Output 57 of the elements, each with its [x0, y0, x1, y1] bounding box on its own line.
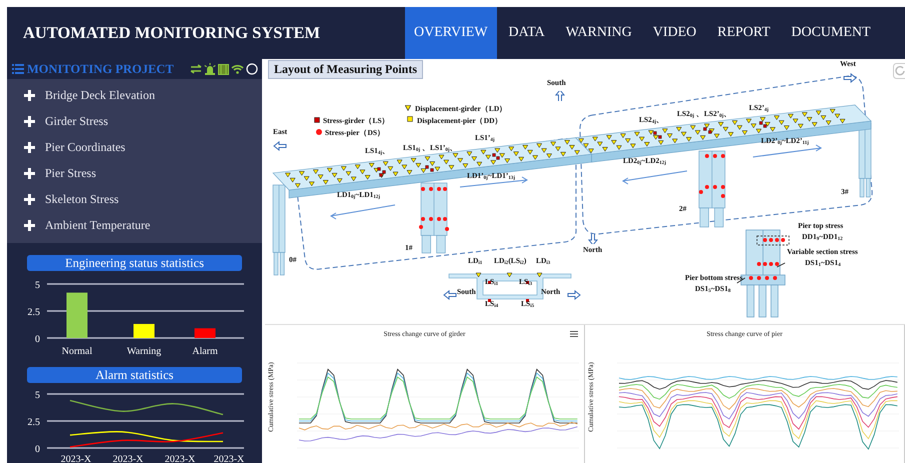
hollow-arrow-icon	[443, 290, 457, 300]
alarm-icon[interactable]	[204, 63, 216, 75]
axis-label: 2023-X	[60, 454, 92, 463]
axis-label: 2023-X	[112, 454, 144, 463]
list-icon	[12, 64, 24, 74]
plus-icon[interactable]	[24, 116, 35, 126]
project-item[interactable]: Pier Stress	[45, 166, 96, 180]
project-item[interactable]: Pier Coordinates	[45, 140, 126, 154]
axis-label: Alarm	[192, 346, 218, 357]
nav-tab[interactable]: WARNING	[556, 7, 641, 59]
plus-icon[interactable]	[24, 168, 35, 178]
hollow-arrow-icon	[567, 290, 581, 300]
axis-label: 2023-X	[164, 454, 196, 463]
project-item[interactable]: Skeleton Stress	[45, 192, 119, 206]
plus-icon[interactable]	[24, 194, 35, 204]
project-item[interactable]: Girder Stress	[45, 114, 108, 128]
span-arrow	[330, 204, 396, 220]
wifi-icon[interactable]	[231, 64, 244, 74]
project-item[interactable]: Bridge Deck Elevation	[45, 88, 155, 102]
chart-title: Engineering status statistics	[27, 255, 242, 271]
nav-tab[interactable]: DATA	[500, 7, 554, 59]
chart-title: Alarm statistics	[27, 367, 242, 383]
nav-tab[interactable]: DOCUMENT	[782, 7, 880, 59]
nav-tab[interactable]: OVERVIEW	[405, 7, 497, 59]
axis-tick: 2.5	[28, 417, 40, 428]
axis-tick: 5	[35, 280, 40, 291]
axis-label: Warning	[126, 346, 162, 357]
project-title: MONITOTING PROJECT	[27, 62, 174, 76]
plus-icon[interactable]	[24, 90, 35, 100]
axis-tick: 0	[35, 334, 40, 345]
span-arrow	[622, 170, 688, 184]
plus-icon[interactable]	[24, 220, 35, 230]
menu-icon[interactable]	[570, 331, 578, 337]
panel-icon[interactable]	[218, 64, 229, 74]
axis-label: Normal	[62, 346, 92, 357]
project-item[interactable]: Ambient Temperature	[45, 218, 150, 232]
nav-tab[interactable]: VIDEO	[644, 7, 706, 59]
axis-tick: 2.5	[28, 307, 40, 318]
span-arrow	[752, 144, 822, 158]
square-marker-icon	[407, 116, 413, 122]
diagram-title: Layout of Measuring Points	[268, 60, 424, 79]
hollow-arrow-icon	[843, 73, 857, 83]
circle-icon[interactable]	[246, 63, 258, 75]
hollow-arrow-icon	[553, 91, 567, 101]
nav-tab[interactable]: REPORT	[708, 7, 780, 59]
hollow-arrow-icon	[273, 141, 287, 151]
axis-label: 2023-X	[214, 454, 244, 463]
plus-icon[interactable]	[24, 142, 35, 152]
axis-tick: 5	[35, 390, 40, 401]
swap-icon[interactable]	[190, 64, 202, 74]
dot-marker-icon	[316, 129, 322, 135]
hollow-arrow-icon	[586, 234, 600, 244]
span-arrow	[460, 176, 528, 188]
app-title: AUTOMATED MONITORING SYSTEM	[22, 22, 322, 44]
triangle-marker-icon	[405, 105, 411, 111]
square-marker-icon	[314, 117, 320, 123]
axis-tick: 0	[35, 444, 40, 455]
